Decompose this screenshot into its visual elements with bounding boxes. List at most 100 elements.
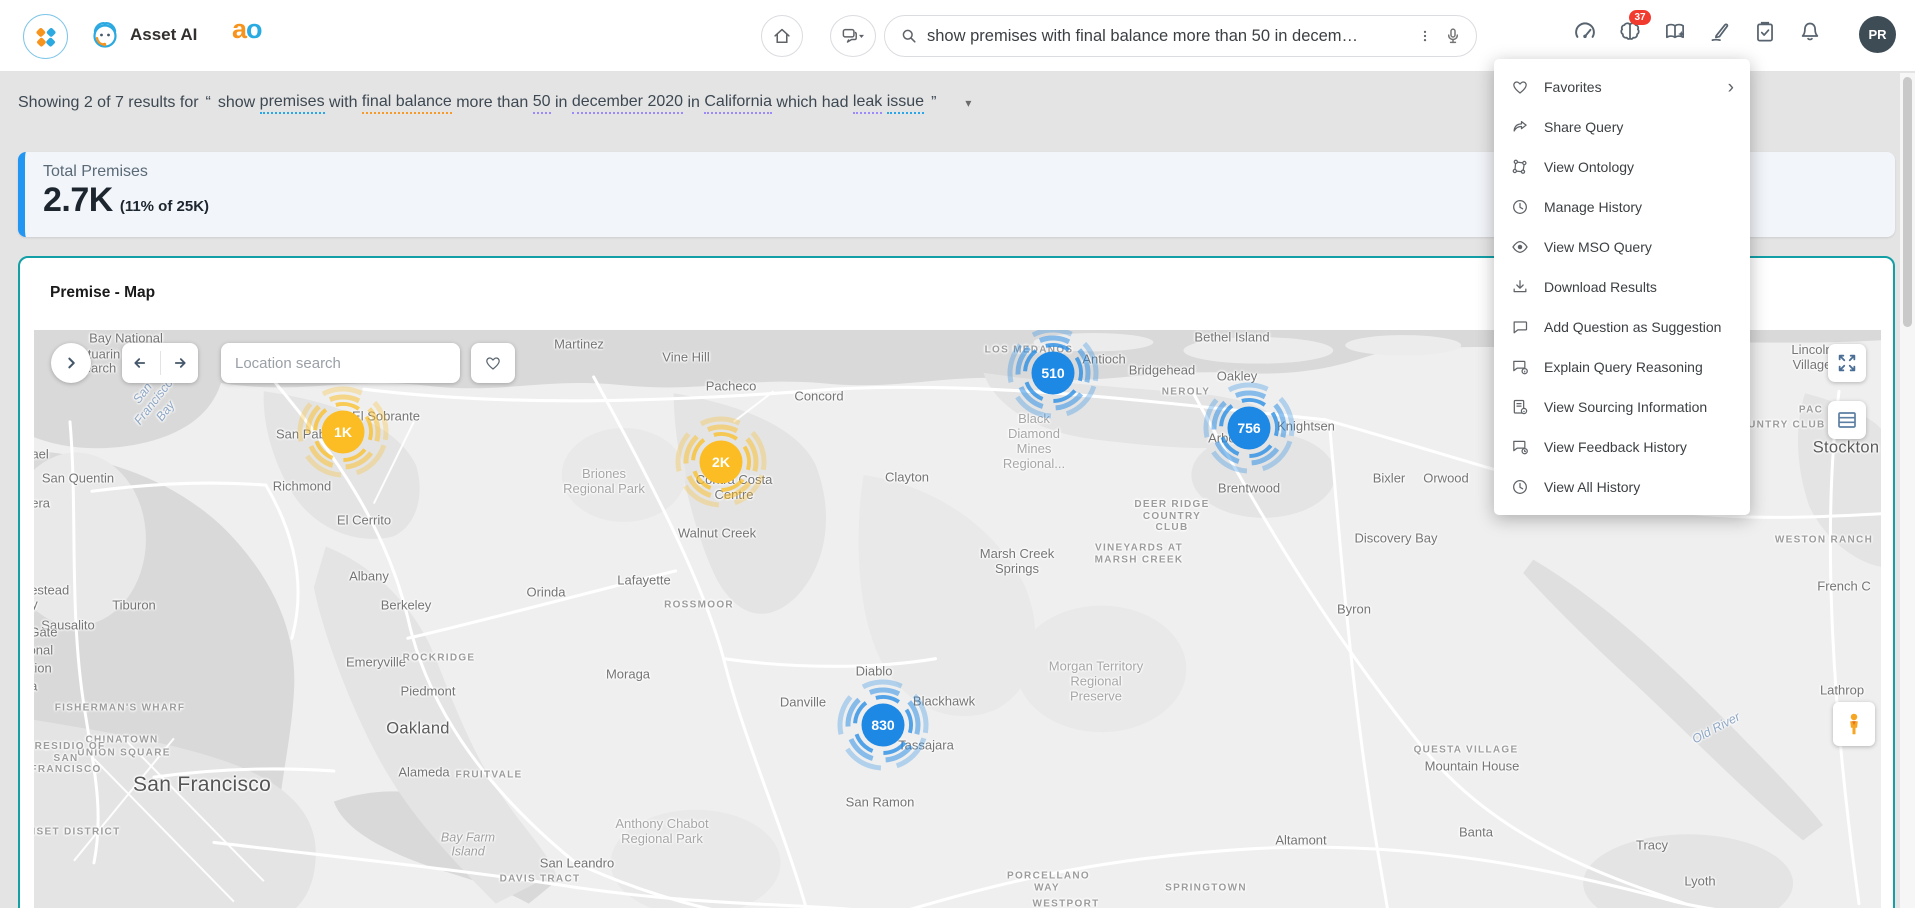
user-avatar[interactable]: PR — [1859, 16, 1896, 53]
app-launcher-button[interactable] — [23, 14, 68, 59]
pen-icon — [1707, 19, 1733, 45]
menu-item[interactable]: Add Question as Suggestion › — [1494, 307, 1750, 347]
clock-icon — [1510, 477, 1530, 497]
knowledge-book-button[interactable] — [1662, 19, 1688, 45]
app-screen: Asset AI ao — [0, 0, 1915, 908]
download-icon — [1510, 277, 1530, 297]
cluster-count: 1K — [334, 424, 352, 440]
results-prefix: Showing 2 of 7 results for — [18, 94, 199, 112]
usage-gauge-button[interactable] — [1572, 19, 1598, 45]
heart-icon — [1510, 77, 1530, 97]
brand-name: Asset AI — [130, 25, 197, 45]
map-fullscreen-button[interactable] — [1828, 344, 1866, 382]
map-layers-button[interactable] — [1828, 401, 1866, 439]
menu-item[interactable]: Download Results › — [1494, 267, 1750, 307]
query-term: show — [218, 94, 260, 112]
map-cluster[interactable]: 756 — [1201, 380, 1297, 476]
menu-item-label: Download Results — [1544, 279, 1657, 295]
cluster-count: 2K — [712, 454, 730, 470]
chat-clock-icon — [1510, 437, 1530, 457]
search-icon — [899, 26, 919, 46]
clipboard-check-icon — [1752, 19, 1778, 45]
pegman-icon — [1841, 709, 1867, 739]
menu-item-label: Favorites — [1544, 79, 1602, 95]
query-sentence: show premises with final balance more th… — [218, 93, 924, 114]
menu-item-label: View Feedback History — [1544, 439, 1687, 455]
map-card-title: Premise - Map — [50, 284, 155, 302]
map-panel-expand-button[interactable] — [51, 343, 91, 383]
location-search-input[interactable] — [235, 355, 446, 372]
bell-icon — [1797, 19, 1823, 45]
query-act ions-menu: Favorites › Share Query › View Ontology … — [1494, 59, 1750, 515]
query-search-bar — [884, 15, 1477, 57]
arrow-left-icon — [130, 352, 152, 374]
asset-ai-robot-icon — [88, 18, 122, 52]
notification-count-badge: 37 — [1629, 10, 1651, 25]
book-sparkle-icon — [1662, 19, 1688, 45]
share-icon — [1510, 117, 1530, 137]
results-summary-bar: Showing 2 of 7 results for “ show premis… — [18, 73, 971, 133]
chat-dropdown-icon — [839, 25, 867, 47]
cluster-count: 756 — [1237, 420, 1260, 436]
query-term: issue — [887, 93, 924, 114]
ao-logo-a: a — [232, 14, 246, 44]
layers-list-icon — [1835, 408, 1859, 432]
ai-insights-button[interactable]: 37 — [1617, 19, 1643, 45]
chat-info-icon — [1510, 357, 1530, 377]
map-cluster[interactable]: 2K — [673, 414, 769, 510]
menu-item[interactable]: View Ontology › — [1494, 147, 1750, 187]
menu-item[interactable]: View All History › — [1494, 467, 1750, 507]
clock-icon — [1510, 197, 1530, 217]
menu-item[interactable]: Share Query › — [1494, 107, 1750, 147]
home-button[interactable] — [761, 15, 803, 57]
map-cluster[interactable]: 510 — [1005, 330, 1101, 421]
scrollbar-thumb[interactable] — [1903, 77, 1912, 327]
query-term: California — [704, 93, 772, 114]
menu-item-label: Add Question as Suggestion — [1544, 319, 1721, 335]
query-term: premises — [260, 93, 325, 114]
street-view-pegman-button[interactable] — [1833, 702, 1875, 746]
ao-logo-o: o — [246, 14, 262, 44]
query-term: with — [325, 94, 362, 112]
menu-item[interactable]: Favorites › — [1494, 67, 1750, 107]
annotate-button[interactable] — [1707, 19, 1733, 45]
menu-item[interactable]: View MSO Query › — [1494, 227, 1750, 267]
menu-item[interactable]: View Feedback History › — [1494, 427, 1750, 467]
query-term: more than — [452, 94, 533, 112]
doc-info-icon — [1510, 397, 1530, 417]
home-icon — [771, 25, 793, 47]
kpi-sub-value: (11% of 25K) — [120, 198, 209, 215]
menu-item-label: Explain Query Reasoning — [1544, 359, 1703, 375]
search-input[interactable] — [927, 27, 1408, 46]
conversation-mode-button[interactable] — [830, 15, 876, 57]
map-cluster[interactable]: 1K — [295, 384, 391, 480]
menu-item[interactable]: View Sourcing Information › — [1494, 387, 1750, 427]
close-quote: ” — [931, 94, 936, 112]
query-term: which had — [772, 94, 853, 112]
menu-item[interactable]: Manage History › — [1494, 187, 1750, 227]
map-favorite-button[interactable] — [471, 343, 515, 383]
query-term: 50 — [533, 93, 551, 114]
chat-icon — [1510, 317, 1530, 337]
tasks-button[interactable] — [1752, 19, 1778, 45]
arrow-right-icon — [168, 352, 190, 374]
chevron-right-icon: › — [1728, 78, 1734, 97]
menu-item-label: View All History — [1544, 479, 1640, 495]
map-back-button[interactable] — [123, 343, 160, 383]
menu-item-label: View Ontology — [1544, 159, 1634, 175]
results-dropdown-caret-icon[interactable]: ▾ — [965, 96, 971, 110]
query-term: final balance — [362, 93, 452, 114]
kebab-menu-icon[interactable] — [1416, 26, 1434, 46]
query-term: in — [551, 94, 572, 112]
menu-item[interactable]: Explain Query Reasoning › — [1494, 347, 1750, 387]
cluster-count: 830 — [871, 717, 894, 733]
heart-icon — [483, 353, 503, 373]
eye-icon — [1510, 237, 1530, 257]
menu-item-label: Manage History — [1544, 199, 1642, 215]
map-cluster[interactable]: 830 — [835, 677, 931, 773]
page-scrollbar — [1900, 73, 1915, 908]
map-history-nav — [122, 343, 198, 383]
microphone-icon[interactable] — [1442, 25, 1464, 47]
map-forward-button[interactable] — [161, 343, 198, 383]
notifications-button[interactable] — [1797, 19, 1823, 45]
